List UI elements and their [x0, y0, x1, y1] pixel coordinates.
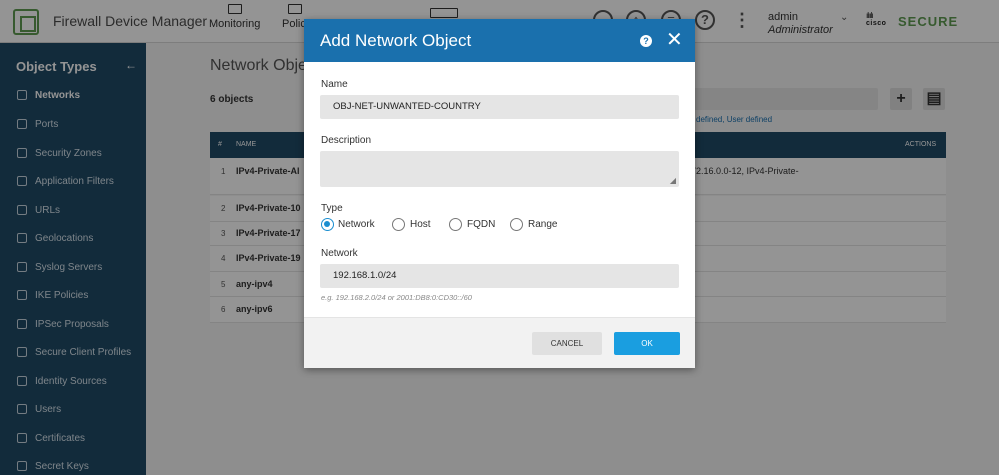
dialog-footer: CANCEL OK: [304, 317, 695, 368]
type-range-radio[interactable]: [510, 218, 523, 231]
type-fqdn-radio[interactable]: [449, 218, 462, 231]
network-input[interactable]: 192.168.1.0/24: [320, 264, 679, 288]
type-host-radio[interactable]: [392, 218, 405, 231]
type-host-label[interactable]: Host: [410, 219, 431, 230]
dialog-header: Add Network Object ? ✕: [304, 19, 695, 62]
type-range-label[interactable]: Range: [528, 219, 557, 230]
type-label: Type: [321, 203, 343, 214]
type-network-radio[interactable]: [321, 218, 334, 231]
description-textarea[interactable]: ◢: [320, 151, 679, 187]
name-label: Name: [321, 79, 348, 90]
ok-button[interactable]: OK: [614, 332, 680, 355]
resize-grip-icon[interactable]: ◢: [670, 176, 676, 185]
type-network-label[interactable]: Network: [338, 219, 375, 230]
name-input[interactable]: OBJ-NET-UNWANTED-COUNTRY: [320, 95, 679, 119]
description-label: Description: [321, 135, 372, 146]
network-hint: e.g. 192.168.2.0/24 or 2001:DB8:0:CD30::…: [321, 293, 472, 302]
add-network-object-dialog: Add Network Object ? ✕ Name OBJ-NET-UNWA…: [304, 19, 695, 368]
type-fqdn-label[interactable]: FQDN: [467, 219, 495, 230]
cancel-button[interactable]: CANCEL: [532, 332, 602, 355]
close-icon[interactable]: ✕: [666, 30, 683, 50]
dialog-title: Add Network Object: [320, 31, 472, 50]
help-icon[interactable]: ?: [640, 35, 652, 47]
network-label: Network: [321, 248, 358, 259]
